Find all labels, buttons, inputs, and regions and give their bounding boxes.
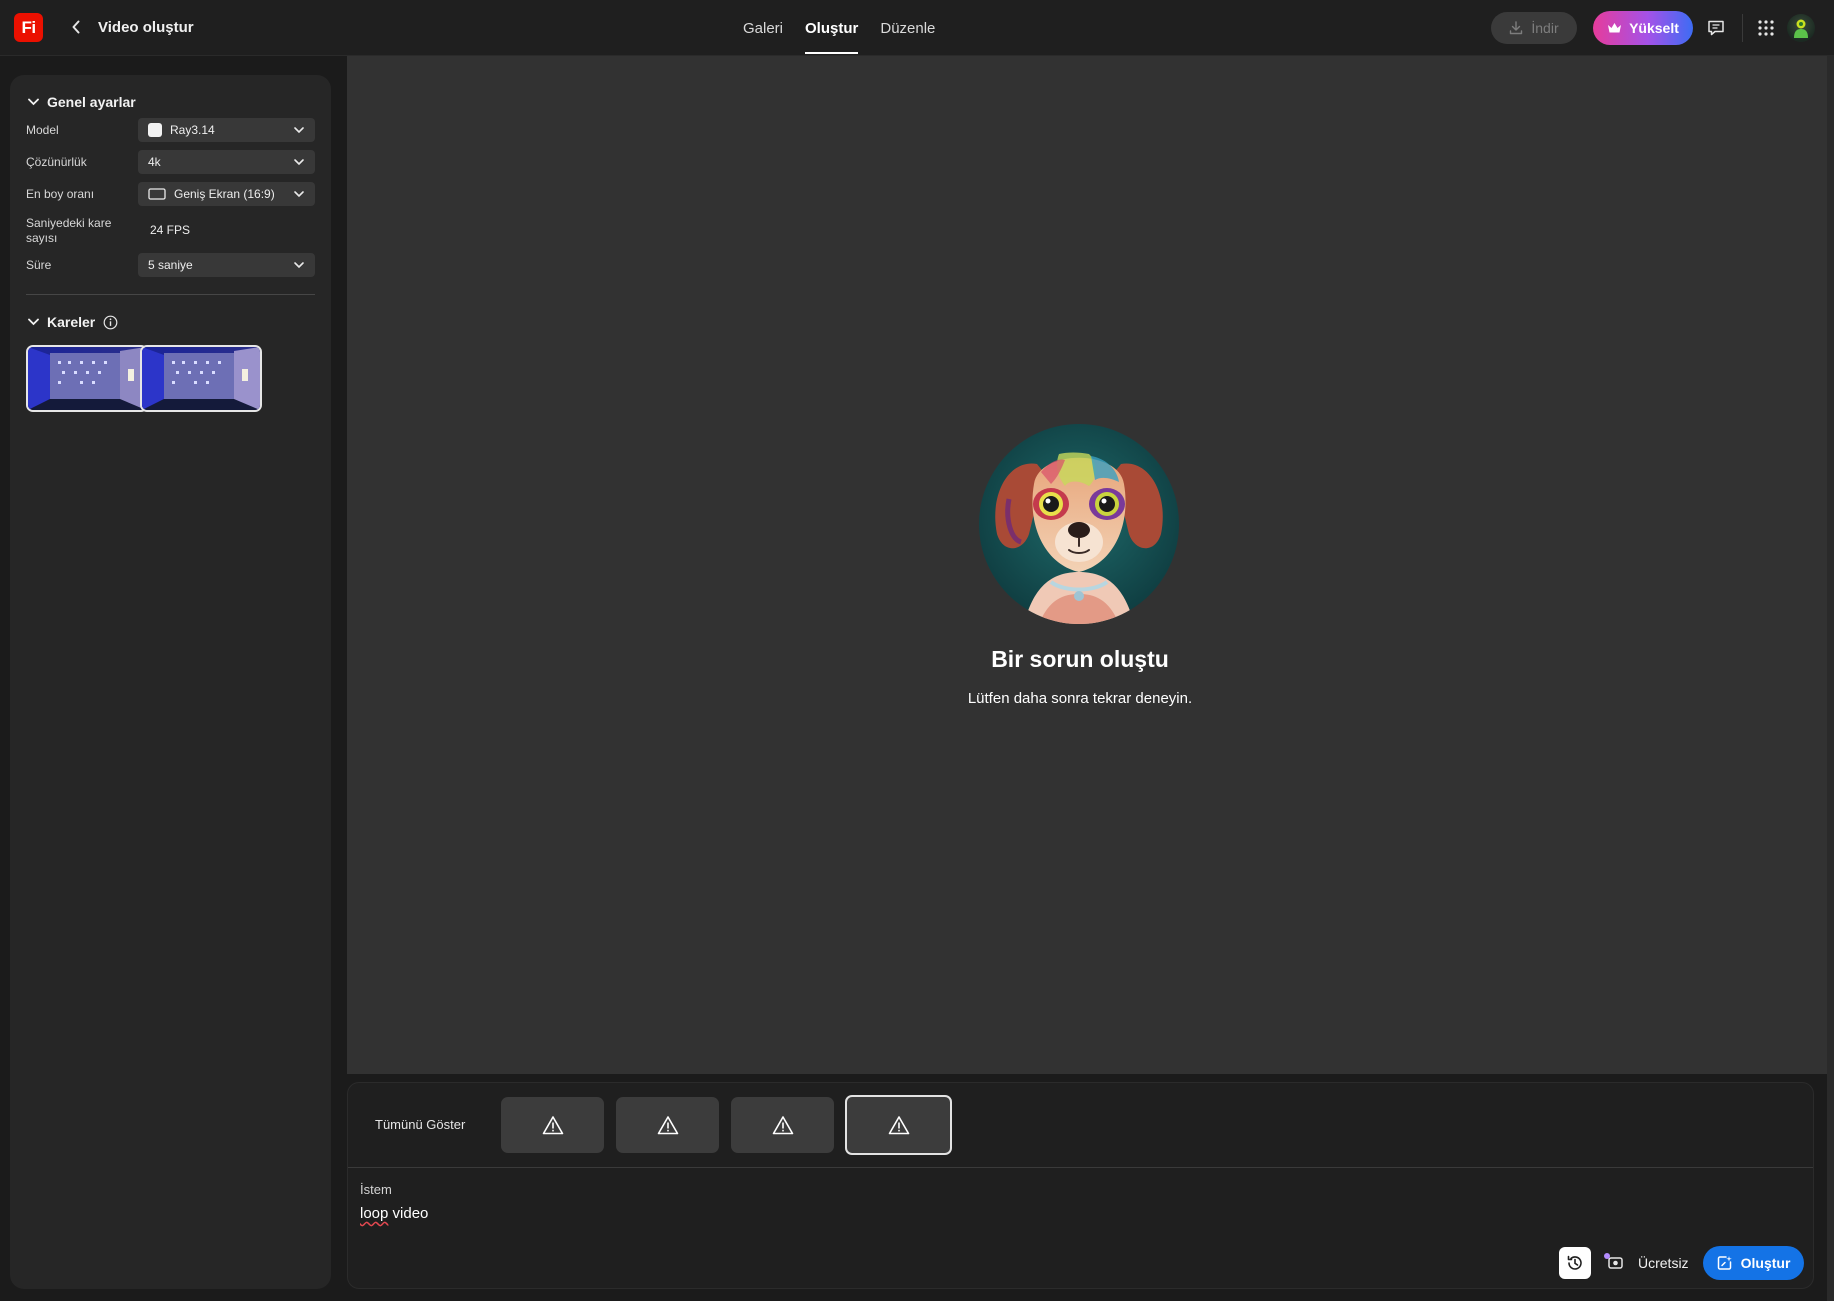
settings-panel: Genel ayarlar Model Ray3.14 Çözünürlük 4…: [10, 75, 331, 1289]
general-settings-title: Genel ayarlar: [47, 94, 136, 110]
fps-label-line2: sayısı: [26, 231, 58, 245]
generate-label: Oluştur: [1740, 1255, 1791, 1271]
warning-icon: [888, 1116, 909, 1135]
duration-select[interactable]: 5 saniye: [138, 253, 315, 277]
chevron-down-icon: [28, 98, 39, 106]
preview-stage: Bir sorun oluştu Lütfen daha sonra tekra…: [347, 56, 1834, 1074]
top-bar: Fi Video oluştur Galeri Oluştur Düzenle …: [0, 0, 1834, 56]
aspect-ratio-icon: [148, 188, 166, 200]
variant-thumbnail-4[interactable]: [845, 1095, 952, 1155]
aspect-ratio-select[interactable]: Geniş Ekran (16:9): [138, 182, 315, 206]
fps-label: Saniyedeki kare sayısı: [26, 216, 111, 246]
download-button[interactable]: İndir: [1491, 12, 1577, 44]
upgrade-button[interactable]: Yükselt: [1593, 11, 1693, 45]
prompt-rest-text: video: [388, 1205, 429, 1222]
aspect-ratio-value: Geniş Ekran (16:9): [174, 187, 275, 201]
apps-button[interactable]: [1752, 14, 1780, 42]
chevron-down-icon: [28, 318, 39, 326]
prompt-panel: Tümünü Göster İstem loop video Ücretsiz …: [347, 1082, 1814, 1289]
settings-divider: [26, 294, 315, 295]
prompt-divider: [348, 1167, 1813, 1168]
warning-icon: [772, 1116, 793, 1135]
model-select[interactable]: Ray3.14: [138, 118, 315, 142]
aspect-ratio-label: En boy oranı: [26, 187, 95, 201]
crown-icon: [1608, 23, 1622, 33]
variant-thumbnail-2[interactable]: [616, 1097, 719, 1153]
chevron-down-icon: [294, 191, 304, 198]
frame-image: [142, 347, 260, 410]
resolution-label: Çözünürlük: [26, 155, 87, 169]
error-dog-illustration: [979, 424, 1179, 624]
history-icon: [1567, 1255, 1582, 1270]
error-title: Bir sorun oluştu: [991, 646, 1169, 672]
topbar-divider: [1742, 14, 1743, 42]
prompt-misspelled-word: loop: [360, 1205, 389, 1222]
variant-thumbnail-3[interactable]: [731, 1097, 834, 1153]
main-nav: Galeri Oluştur Düzenle: [732, 0, 946, 56]
tab-create[interactable]: Oluştur: [794, 0, 869, 56]
frame-thumbnail-end[interactable]: [140, 345, 262, 412]
frame-thumbnail-start[interactable]: [26, 345, 148, 412]
frames-toggle[interactable]: Kareler: [28, 314, 118, 330]
frames-title: Kareler: [47, 314, 96, 330]
feedback-icon: [1708, 20, 1724, 36]
model-value: Ray3.14: [170, 123, 215, 137]
page-scrollbar[interactable]: [1827, 56, 1834, 1301]
duration-value: 5 saniye: [148, 258, 193, 272]
warning-icon: [657, 1116, 678, 1135]
style-reference-icon: [1604, 1253, 1623, 1269]
prompt-label: İstem: [360, 1182, 392, 1197]
error-subtitle: Lütfen daha sonra tekrar deneyin.: [967, 690, 1193, 707]
model-icon: [148, 123, 162, 137]
download-label: İndir: [1531, 20, 1559, 36]
free-label: Ücretsiz: [1638, 1255, 1689, 1271]
apps-grid-icon: [1758, 20, 1774, 36]
page-title: Video oluştur: [98, 19, 194, 36]
model-label: Model: [26, 123, 59, 137]
user-avatar[interactable]: [1787, 14, 1815, 42]
back-button[interactable]: [64, 14, 88, 40]
general-settings-toggle[interactable]: Genel ayarlar: [28, 94, 136, 110]
style-reference-button[interactable]: [1601, 1249, 1627, 1275]
resolution-select[interactable]: 4k: [138, 150, 315, 174]
prompt-input[interactable]: loop video: [360, 1205, 1460, 1222]
generate-icon: [1717, 1256, 1732, 1270]
variant-thumbnail-1[interactable]: [501, 1097, 604, 1153]
duration-label: Süre: [26, 258, 52, 272]
generate-button[interactable]: Oluştur: [1703, 1246, 1804, 1280]
dog-image: [979, 424, 1179, 624]
upgrade-label: Yükselt: [1629, 20, 1679, 36]
show-all-button[interactable]: Tümünü Göster: [375, 1117, 465, 1132]
fps-value: 24 FPS: [150, 223, 191, 237]
chevron-down-icon: [294, 127, 304, 134]
app-root: Fi Video oluştur Galeri Oluştur Düzenle …: [0, 0, 1834, 1301]
history-button[interactable]: [1559, 1247, 1591, 1279]
resolution-value: 4k: [148, 155, 161, 169]
chevron-down-icon: [294, 262, 304, 269]
firefly-logo[interactable]: Fi: [14, 13, 43, 42]
fps-label-line1: Saniyedeki kare: [26, 216, 112, 230]
info-icon[interactable]: [103, 315, 118, 330]
chevron-left-icon: [72, 20, 80, 34]
tab-edit[interactable]: Düzenle: [869, 0, 946, 56]
tab-gallery[interactable]: Galeri: [732, 0, 794, 56]
download-icon: [1510, 21, 1523, 35]
avatar-figure-icon: [1794, 19, 1808, 38]
feedback-button[interactable]: [1702, 14, 1730, 42]
warning-icon: [542, 1116, 563, 1135]
chevron-down-icon: [294, 159, 304, 166]
frame-image: [28, 347, 146, 410]
